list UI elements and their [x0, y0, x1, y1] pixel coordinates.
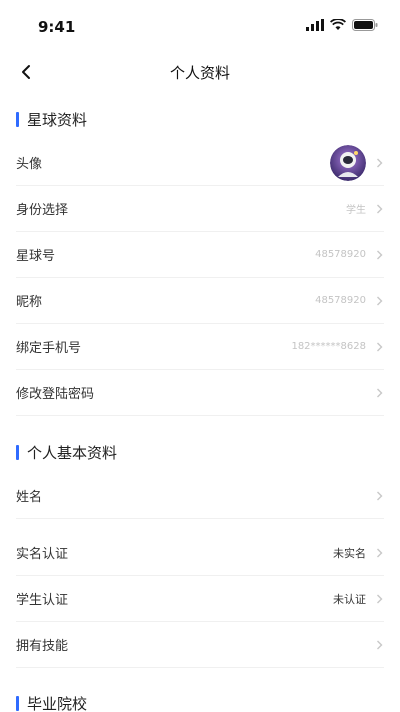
status-icons [306, 19, 378, 31]
wifi-icon [330, 19, 346, 30]
row-value-planet-number: 48578920 [315, 249, 366, 260]
section-header-school: 毕业院校 [16, 688, 87, 712]
nav-bar: 个人资料 [0, 52, 400, 92]
chevron-right-icon [374, 388, 384, 398]
row-label-nickname: 昵称 [16, 295, 43, 310]
chevron-right-icon [374, 491, 384, 501]
row-real-name-verification[interactable]: 实名认证 未实名 [16, 530, 384, 576]
section-accent-bar [16, 444, 19, 460]
row-phone[interactable]: 绑定手机号 182******8628 [16, 324, 384, 370]
row-label-identity: 身份选择 [16, 203, 69, 218]
row-label-student: 学生认证 [16, 593, 69, 608]
chevron-right-icon [374, 296, 384, 306]
row-label-name: 姓名 [16, 490, 43, 505]
signal-icon [306, 19, 324, 31]
chevron-right-icon [374, 640, 384, 650]
section-accent-bar [16, 111, 19, 127]
row-label-skills: 拥有技能 [16, 639, 69, 654]
avatar [330, 144, 366, 181]
page-title: 个人资料 [169, 64, 230, 82]
chevron-right-icon [374, 204, 384, 214]
row-label-phone: 绑定手机号 [16, 341, 82, 356]
row-name[interactable]: 姓名 [16, 473, 384, 519]
row-value-student: 未认证 [333, 592, 366, 606]
row-value-phone: 182******8628 [291, 341, 366, 352]
row-label-change-password: 修改登陆密码 [16, 387, 95, 402]
section-header-planet: 星球资料 [16, 104, 87, 134]
row-skills[interactable]: 拥有技能 [16, 622, 384, 668]
status-bar: 9:41 [0, 0, 400, 52]
section-title-basic: 个人基本资料 [27, 443, 118, 462]
chevron-right-icon [374, 158, 384, 168]
row-label-planet-number: 星球号 [16, 249, 56, 264]
chevron-right-icon [374, 548, 384, 558]
row-value-identity: 学生 [346, 205, 366, 216]
row-value-nickname: 48578920 [315, 295, 366, 306]
chevron-right-icon [374, 342, 384, 352]
row-planet-number[interactable]: 星球号 48578920 [16, 232, 384, 278]
chevron-right-icon [374, 594, 384, 604]
row-identity[interactable]: 身份选择 学生 [16, 186, 384, 232]
row-avatar[interactable]: 头像 [16, 140, 384, 186]
row-student-verification[interactable]: 学生认证 未认证 [16, 576, 384, 622]
section-header-basic: 个人基本资料 [16, 437, 117, 467]
row-nickname[interactable]: 昵称 48578920 [16, 278, 384, 324]
status-time: 9:41 [38, 18, 76, 36]
row-label-avatar: 头像 [16, 157, 43, 172]
section-title-planet: 星球资料 [27, 110, 88, 129]
row-value-real-name: 未实名 [333, 546, 366, 560]
battery-icon [352, 19, 378, 31]
chevron-right-icon [374, 250, 384, 260]
section-accent-bar [16, 695, 19, 711]
row-change-password[interactable]: 修改登陆密码 [16, 370, 384, 416]
row-label-real-name: 实名认证 [16, 547, 69, 562]
section-title-school: 毕业院校 [27, 694, 88, 712]
